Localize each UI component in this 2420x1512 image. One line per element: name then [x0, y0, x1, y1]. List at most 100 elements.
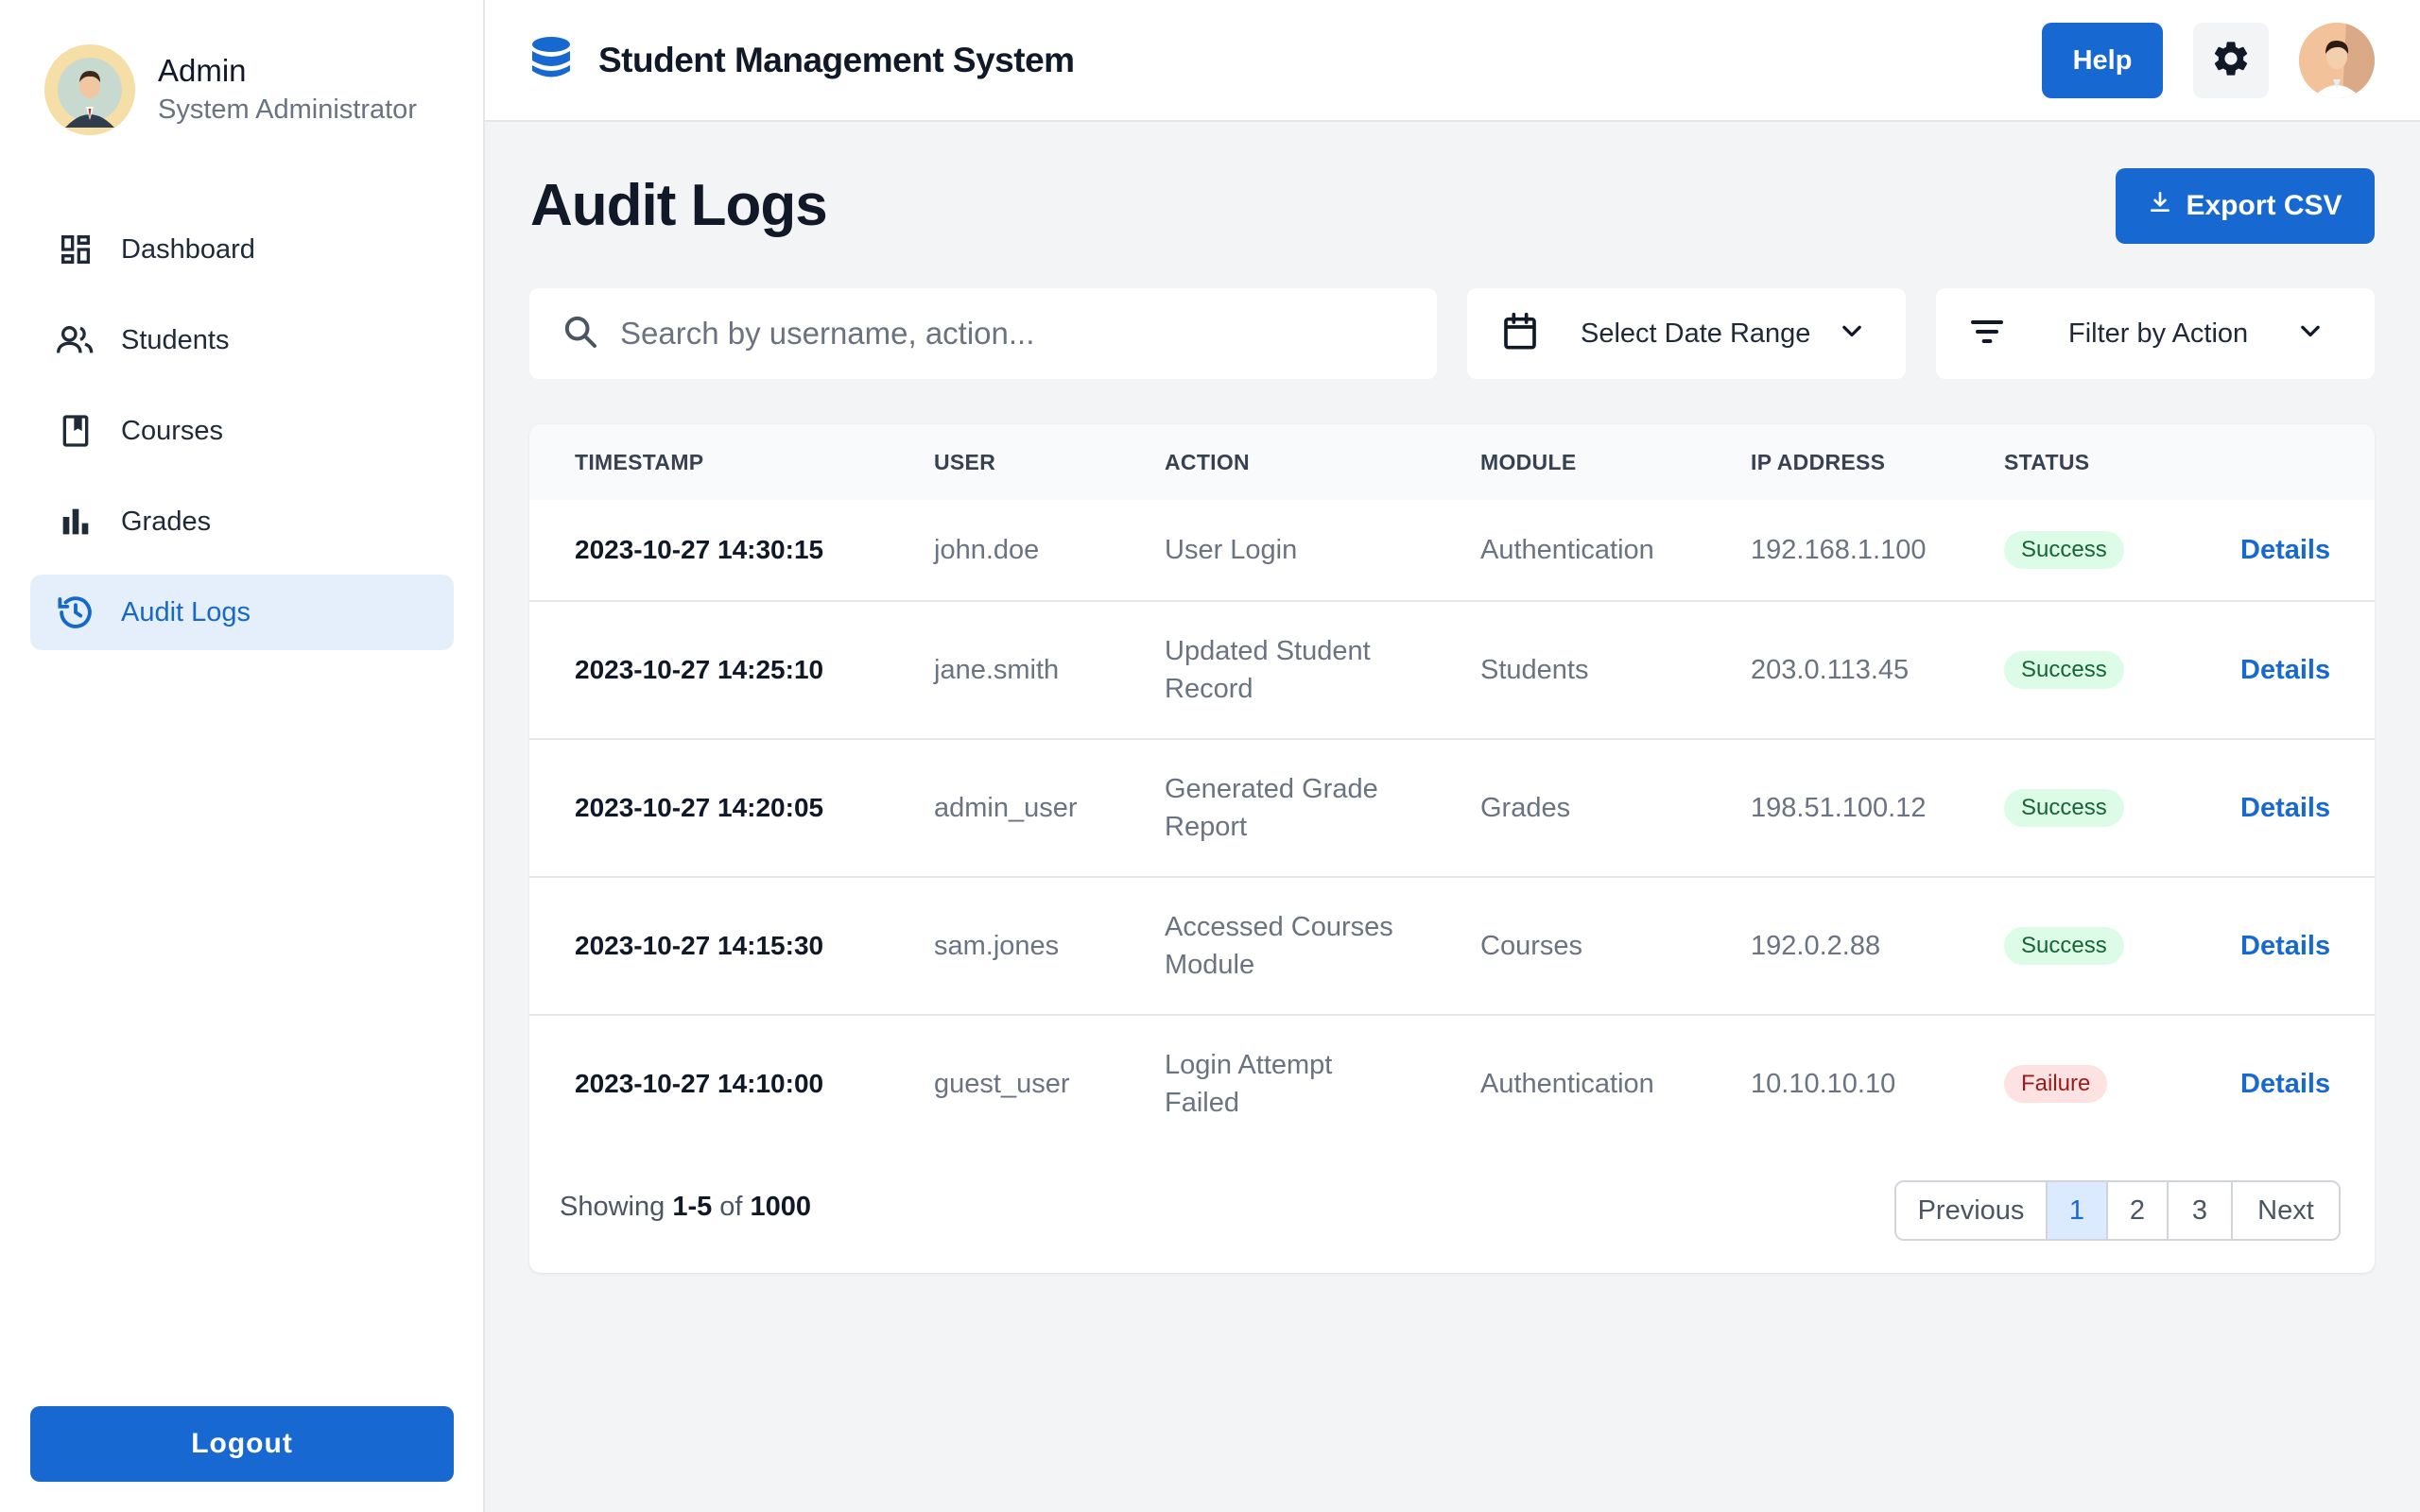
user-avatar[interactable]	[2299, 23, 2375, 98]
export-csv-button[interactable]: Export CSV	[2116, 168, 2375, 244]
details-link[interactable]: Details	[2240, 500, 2330, 600]
module-cell: Students	[1480, 654, 1589, 685]
user-profile: Admin System Administrator	[44, 44, 417, 135]
filter-icon	[1968, 313, 2006, 355]
action-cell: Accessed Courses Module	[1165, 912, 1393, 980]
user-cell: admin_user	[934, 792, 1078, 823]
timestamp-cell: 2023-10-27 14:20:05	[575, 793, 824, 822]
page-button-2[interactable]: 2	[2108, 1182, 2169, 1239]
search-icon	[562, 313, 599, 355]
column-header-status: STATUS	[2004, 450, 2090, 474]
column-header-ip-address: IP ADDRESS	[1751, 450, 1886, 474]
profile-role: System Administrator	[158, 94, 417, 125]
sidebar-item-audit-logs[interactable]: Audit Logs	[30, 575, 454, 650]
module-cell: Authentication	[1480, 1068, 1654, 1099]
status-badge: Failure	[2004, 1065, 2108, 1103]
showing-range: 1-5	[672, 1192, 713, 1222]
calendar-icon	[1501, 311, 1539, 357]
timestamp-cell: 2023-10-27 14:25:10	[575, 655, 824, 684]
help-button[interactable]: Help	[2042, 23, 2163, 98]
logout-button[interactable]: Logout	[30, 1406, 454, 1482]
user-cell: jane.smith	[934, 654, 1060, 685]
download-icon	[2148, 190, 2186, 222]
module-cell: Courses	[1480, 930, 1582, 961]
status-cell: Success	[2004, 602, 2124, 738]
dashboard-icon	[53, 227, 98, 272]
status-badge: Success	[2004, 531, 2124, 569]
brand: Student Management System	[530, 36, 1075, 84]
ip-address-cell: 198.51.100.12	[1751, 792, 1927, 823]
page-button-3[interactable]: 3	[2169, 1182, 2233, 1239]
chevron-down-icon	[2297, 318, 2324, 350]
table-row: 2023-10-27 14:30:15 john.doe User Login …	[529, 500, 2375, 600]
status-badge: Success	[2004, 789, 2124, 827]
timestamp-cell: 2023-10-27 14:30:15	[575, 535, 824, 564]
admin-avatar	[44, 44, 135, 135]
export-csv-label: Export CSV	[2186, 190, 2342, 221]
ip-address-cell: 10.10.10.10	[1751, 1068, 1896, 1099]
module-cell: Authentication	[1480, 534, 1654, 565]
details-link[interactable]: Details	[2240, 602, 2330, 738]
timestamp-cell: 2023-10-27 14:15:30	[575, 931, 824, 960]
module-cell: Grades	[1480, 792, 1571, 823]
table-row: 2023-10-27 14:15:30 sam.jones Accessed C…	[529, 876, 2375, 1014]
next-page-button[interactable]: Next	[2233, 1182, 2339, 1239]
column-header-user: USER	[934, 450, 996, 474]
filter-action-label: Filter by Action	[2068, 318, 2249, 349]
app-title: Student Management System	[598, 40, 1075, 79]
sidebar-item-students[interactable]: Students	[30, 302, 454, 378]
sidebar-item-grades[interactable]: Grades	[30, 484, 454, 559]
sidebar-item-label: Grades	[121, 506, 212, 537]
user-cell: john.doe	[934, 534, 1040, 565]
page-title: Audit Logs	[530, 173, 828, 238]
column-header-module: MODULE	[1480, 450, 1577, 474]
gear-icon	[2210, 38, 2252, 84]
sidebar-item-courses[interactable]: Courses	[30, 393, 454, 469]
user-cell: sam.jones	[934, 930, 1060, 961]
table-header: TIMESTAMP USER ACTION MODULE IP ADDRESS …	[529, 424, 2375, 500]
timestamp-cell: 2023-10-27 14:10:00	[575, 1069, 824, 1098]
showing-label: Showing	[560, 1192, 666, 1222]
of-label: of	[719, 1192, 743, 1222]
settings-button[interactable]	[2193, 23, 2269, 98]
details-link[interactable]: Details	[2240, 1016, 2330, 1152]
details-link[interactable]: Details	[2240, 740, 2330, 876]
status-cell: Success	[2004, 878, 2124, 1014]
sidebar: Admin System Administrator Dashboard Stu…	[0, 0, 485, 1512]
ip-address-cell: 192.0.2.88	[1751, 930, 1881, 961]
sidebar-item-label: Audit Logs	[121, 596, 251, 627]
action-filter-dropdown[interactable]: Filter by Action	[1936, 288, 2375, 379]
previous-page-button[interactable]: Previous	[1896, 1182, 2048, 1239]
bar-chart-icon	[53, 499, 98, 544]
search-input[interactable]	[620, 316, 1395, 352]
sidebar-item-label: Students	[121, 324, 230, 355]
people-icon	[53, 318, 98, 363]
chevron-down-icon	[1839, 318, 1865, 350]
details-link[interactable]: Details	[2240, 878, 2330, 1014]
page-button-1[interactable]: 1	[2048, 1182, 2108, 1239]
table-row: 2023-10-27 14:10:00 guest_user Login Att…	[529, 1014, 2375, 1152]
user-cell: guest_user	[934, 1068, 1070, 1099]
sidebar-item-label: Dashboard	[121, 233, 255, 265]
date-range-dropdown[interactable]: Select Date Range	[1467, 288, 1906, 379]
status-cell: Success	[2004, 740, 2124, 876]
history-icon	[53, 590, 98, 635]
status-badge: Success	[2004, 927, 2124, 965]
book-icon	[53, 408, 98, 454]
database-icon	[530, 36, 572, 84]
status-cell: Failure	[2004, 1016, 2108, 1152]
sidebar-nav: Dashboard Students Courses Grades Audit …	[30, 212, 454, 665]
status-badge: Success	[2004, 651, 2124, 689]
ip-address-cell: 192.168.1.100	[1751, 534, 1927, 565]
table-row: 2023-10-27 14:25:10 jane.smith Updated S…	[529, 600, 2375, 738]
sidebar-item-dashboard[interactable]: Dashboard	[30, 212, 454, 287]
total-count: 1000	[750, 1192, 812, 1222]
action-cell: Updated Student Record	[1165, 636, 1371, 704]
top-header: Student Management System Help	[485, 0, 2420, 122]
ip-address-cell: 203.0.113.45	[1751, 654, 1910, 685]
action-cell: Login Attempt Failed	[1165, 1050, 1333, 1118]
action-cell: Generated Grade Report	[1165, 774, 1378, 842]
pagination: Previous 1 2 3 Next	[1894, 1180, 2341, 1241]
status-cell: Success	[2004, 500, 2124, 600]
audit-log-table: TIMESTAMP USER ACTION MODULE IP ADDRESS …	[529, 424, 2375, 1273]
